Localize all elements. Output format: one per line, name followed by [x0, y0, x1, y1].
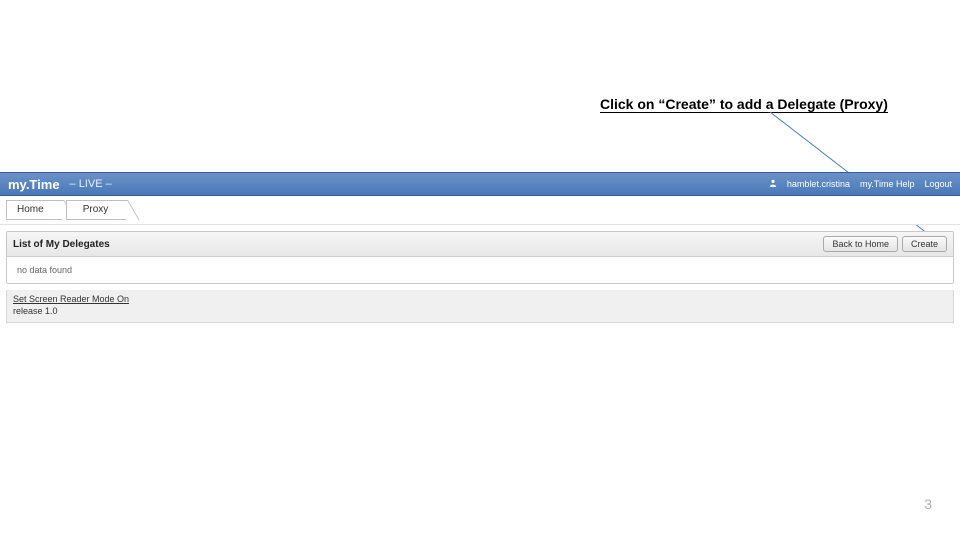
topbar: my.Time – LIVE – hamblet.cristina my.Tim… [0, 172, 960, 196]
help-link[interactable]: my.Time Help [860, 179, 915, 189]
create-button[interactable]: Create [902, 236, 947, 252]
delegates-panel: List of My Delegates Back to Home Create… [6, 231, 954, 284]
app-brand: my.Time [8, 177, 60, 192]
user-icon [769, 179, 777, 189]
breadcrumb: Home Proxy [0, 196, 960, 225]
instruction-annotation: Click on “Create” to add a Delegate (Pro… [600, 96, 888, 113]
panel-title: List of My Delegates [13, 239, 110, 250]
back-to-home-button[interactable]: Back to Home [823, 236, 898, 252]
page-number: 3 [924, 496, 932, 512]
footer: Set Screen Reader Mode On release 1.0 [6, 290, 954, 323]
env-label: – LIVE – [70, 178, 112, 190]
user-name-link[interactable]: hamblet.cristina [787, 179, 850, 189]
breadcrumb-home[interactable]: Home [6, 200, 58, 220]
logout-link[interactable]: Logout [924, 179, 952, 189]
screen-reader-toggle-link[interactable]: Set Screen Reader Mode On [13, 294, 947, 304]
release-label: release 1.0 [13, 306, 947, 316]
breadcrumb-proxy[interactable]: Proxy [66, 200, 123, 220]
app-window: my.Time – LIVE – hamblet.cristina my.Tim… [0, 172, 960, 323]
panel-body-empty: no data found [7, 257, 953, 283]
panel-header: List of My Delegates Back to Home Create [7, 232, 953, 257]
